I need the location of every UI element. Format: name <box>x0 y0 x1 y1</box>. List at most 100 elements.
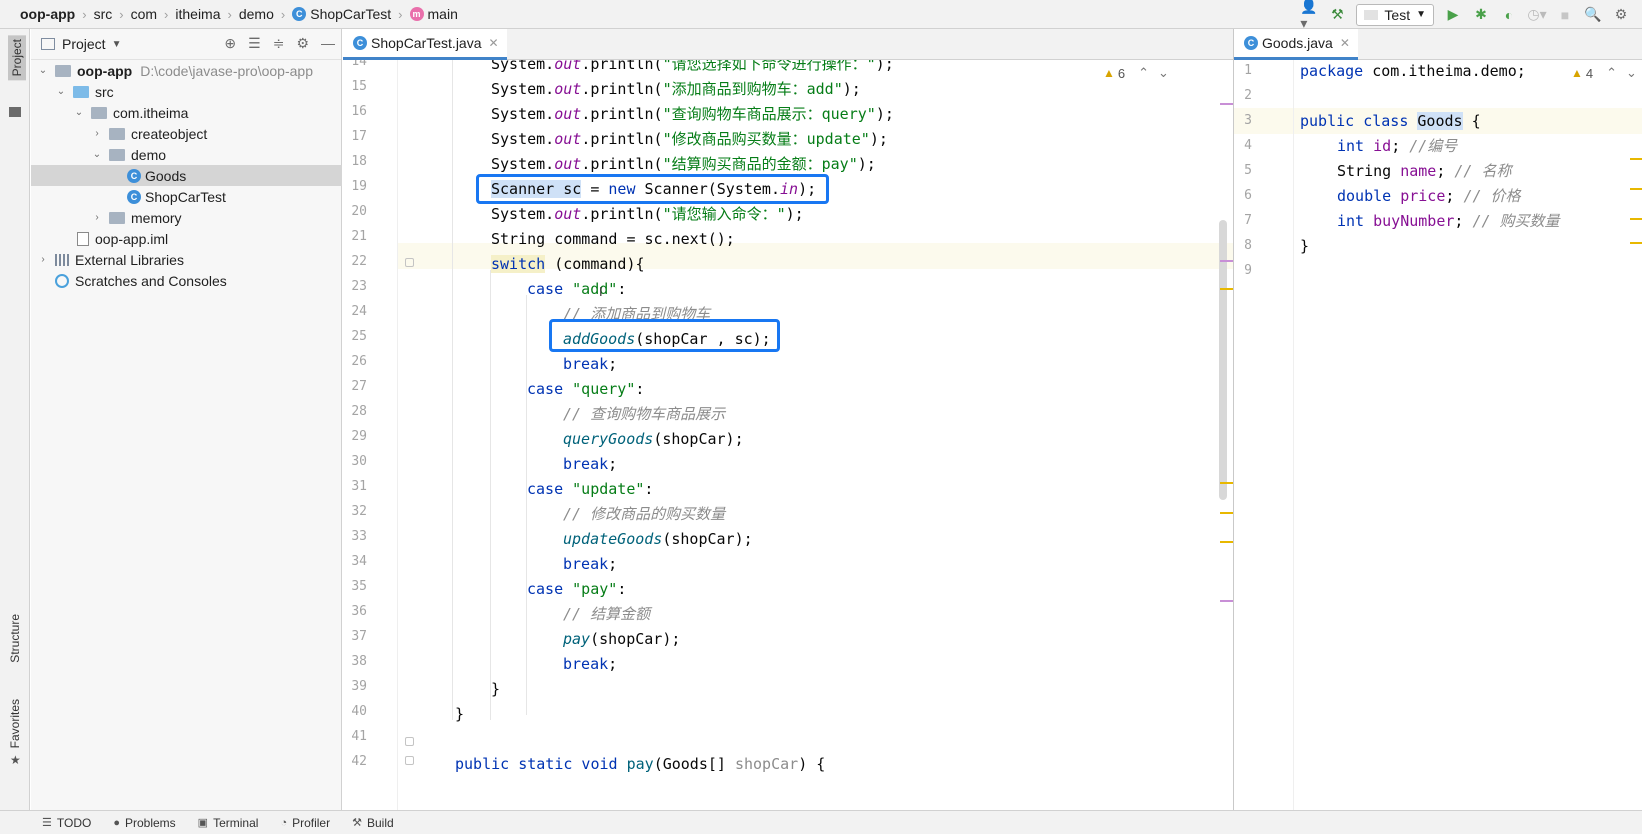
error-stripe-mark[interactable] <box>1220 288 1233 290</box>
breadcrumb-item-oop-app[interactable]: oop-app <box>20 6 75 22</box>
editor-scrollbar[interactable] <box>1217 60 1227 810</box>
tree-item-label: com.itheima <box>113 104 189 121</box>
star-icon: ★ <box>10 753 21 767</box>
tab-favorites[interactable]: Favorites <box>8 699 22 748</box>
fold-icon[interactable] <box>405 258 414 267</box>
code-line-31: case "update": <box>527 480 654 498</box>
project-panel-title[interactable]: Project <box>62 36 106 52</box>
coverage-icon[interactable]: ◐ <box>1500 6 1518 24</box>
gear-icon[interactable]: ⚙ <box>296 35 309 52</box>
class-icon: C <box>353 36 367 50</box>
tab-structure[interactable]: Structure <box>8 614 22 663</box>
code-editor-main[interactable]: 14 15 16 17 18 19 20 21 22 23 24 25 26 2… <box>343 60 1233 810</box>
breadcrumb-label: main <box>427 6 458 22</box>
tree-item-external-libraries[interactable]: › External Libraries <box>31 249 342 270</box>
profiler-button[interactable]: ◔ Profiler <box>280 816 330 830</box>
line-number: 2 <box>1244 88 1252 103</box>
error-stripe-mark[interactable] <box>1220 600 1233 602</box>
line-number: 21 <box>351 229 367 244</box>
error-stripe-mark[interactable] <box>1630 242 1642 244</box>
breadcrumb-item-com[interactable]: com <box>131 6 157 22</box>
package-folder-icon <box>91 106 107 119</box>
chevron-down-icon[interactable]: ⌄ <box>1158 65 1169 81</box>
breadcrumb-item-main[interactable]: m main <box>409 6 458 22</box>
tree-item-scratches[interactable]: Scratches and Consoles <box>31 270 342 291</box>
fold-icon[interactable] <box>405 756 414 765</box>
build-button[interactable]: ⚒ Build <box>352 816 394 830</box>
breadcrumb-item-src[interactable]: src <box>94 6 113 22</box>
line-number: 37 <box>351 629 367 644</box>
code-editor-side[interactable]: 1 2 3 4 5 6 7 8 9 package com.itheima.de… <box>1233 60 1642 810</box>
line-number: 26 <box>351 354 367 369</box>
stop-icon[interactable]: ■ <box>1556 6 1574 24</box>
expand-arrow-icon[interactable]: ⌄ <box>37 65 49 76</box>
run-icon[interactable]: ▶ <box>1444 6 1462 24</box>
tab-goods-java[interactable]: C Goods.java ✕ <box>1234 29 1358 60</box>
tab-shopcartest-java[interactable]: C ShopCarTest.java ✕ <box>343 29 507 60</box>
inspection-widget[interactable]: ▲ 6 ⌃ ⌄ <box>1103 65 1169 81</box>
minimize-icon[interactable]: — <box>321 35 335 52</box>
code-line-16: System.out.println("查询购物车商品展示：query"); <box>491 105 894 123</box>
expand-arrow-icon[interactable]: ⌄ <box>55 86 67 97</box>
chevron-up-icon[interactable]: ⌃ <box>1138 65 1149 81</box>
error-stripe-mark[interactable] <box>1630 218 1642 220</box>
error-stripe-mark[interactable] <box>1630 188 1642 190</box>
expand-arrow-icon[interactable]: › <box>91 212 103 223</box>
chevron-down-icon[interactable]: ▼ <box>112 39 122 50</box>
tree-item-src[interactable]: ⌄ src <box>31 81 342 102</box>
user-icon[interactable]: 👤▾ <box>1300 0 1318 31</box>
tree-item-com-itheima[interactable]: ⌄ com.itheima <box>31 102 342 123</box>
tree-item-demo[interactable]: ⌄ demo <box>31 144 342 165</box>
locate-icon[interactable]: ⊕ <box>224 35 236 52</box>
problems-button[interactable]: ● Problems <box>113 816 175 830</box>
text-cursor-icon: I <box>599 284 603 299</box>
expand-all-icon[interactable]: ☰ <box>248 35 261 52</box>
profile-icon[interactable]: ◷▾ <box>1527 6 1546 24</box>
close-icon[interactable]: ✕ <box>1340 36 1350 50</box>
fold-icon[interactable] <box>405 737 414 746</box>
tree-item-shopcartest[interactable]: C ShopCarTest <box>31 186 342 207</box>
expand-arrow-icon[interactable]: › <box>37 254 49 265</box>
error-stripe-mark[interactable] <box>1220 482 1233 484</box>
breadcrumb-item-shopcartest[interactable]: C ShopCarTest <box>292 6 391 22</box>
scrollbar-thumb[interactable] <box>1219 220 1227 500</box>
error-stripe-mark[interactable] <box>1220 541 1233 543</box>
breadcrumb-item-demo[interactable]: demo <box>239 6 274 22</box>
close-icon[interactable]: ✕ <box>489 36 499 50</box>
expand-arrow-icon[interactable]: ⌄ <box>91 149 103 160</box>
todo-button[interactable]: ☰ TODO <box>42 816 91 830</box>
code-line-1: package com.itheima.demo; <box>1300 62 1526 80</box>
warning-icon: ▲ <box>1571 66 1583 80</box>
highlight-box-addgoods <box>549 319 780 352</box>
info-icon: ● <box>113 816 120 829</box>
debug-icon[interactable]: ✱ <box>1472 6 1490 24</box>
run-config-label: Test <box>1384 6 1411 23</box>
chevron-up-icon[interactable]: ⌃ <box>1606 65 1617 81</box>
expand-arrow-icon[interactable]: ⌄ <box>73 107 85 118</box>
inspection-widget[interactable]: ▲ 4 ⌃ ⌄ <box>1571 65 1637 81</box>
tree-item-oop-app-iml[interactable]: oop-app.iml <box>31 228 342 249</box>
code-line-4: int id; //编号 <box>1337 137 1458 155</box>
tree-item-goods[interactable]: C Goods <box>31 165 342 186</box>
run-configuration-select[interactable]: Test ▼ <box>1356 3 1434 26</box>
tree-item-createobject[interactable]: › createobject <box>31 123 342 144</box>
tab-project[interactable]: Project <box>8 35 26 81</box>
error-stripe-mark[interactable] <box>1630 158 1642 160</box>
collapse-all-icon[interactable]: ≑ <box>273 35 285 52</box>
settings-icon[interactable]: ⚙ <box>1612 6 1630 24</box>
search-icon[interactable]: 🔍 <box>1584 6 1602 24</box>
tree-item-oop-app[interactable]: ⌄ oop-app D:\code\javase-pro\oop-app <box>31 60 342 81</box>
expand-arrow-icon[interactable]: › <box>91 128 103 139</box>
tree-item-label: src <box>95 83 114 100</box>
breadcrumb-item-itheima[interactable]: itheima <box>175 6 220 22</box>
code-line-29: queryGoods(shopCar); <box>563 430 744 448</box>
line-number: 31 <box>351 479 367 494</box>
hammer-icon[interactable]: ⚒ <box>1328 6 1346 24</box>
error-stripe-mark[interactable] <box>1220 260 1233 262</box>
chevron-down-icon[interactable]: ⌄ <box>1626 65 1637 81</box>
tree-item-memory[interactable]: › memory <box>31 207 342 228</box>
error-stripe-mark[interactable] <box>1220 512 1233 514</box>
terminal-button[interactable]: ▣ Terminal <box>198 816 259 830</box>
error-stripe-mark[interactable] <box>1220 103 1233 105</box>
line-number: 15 <box>351 79 367 94</box>
